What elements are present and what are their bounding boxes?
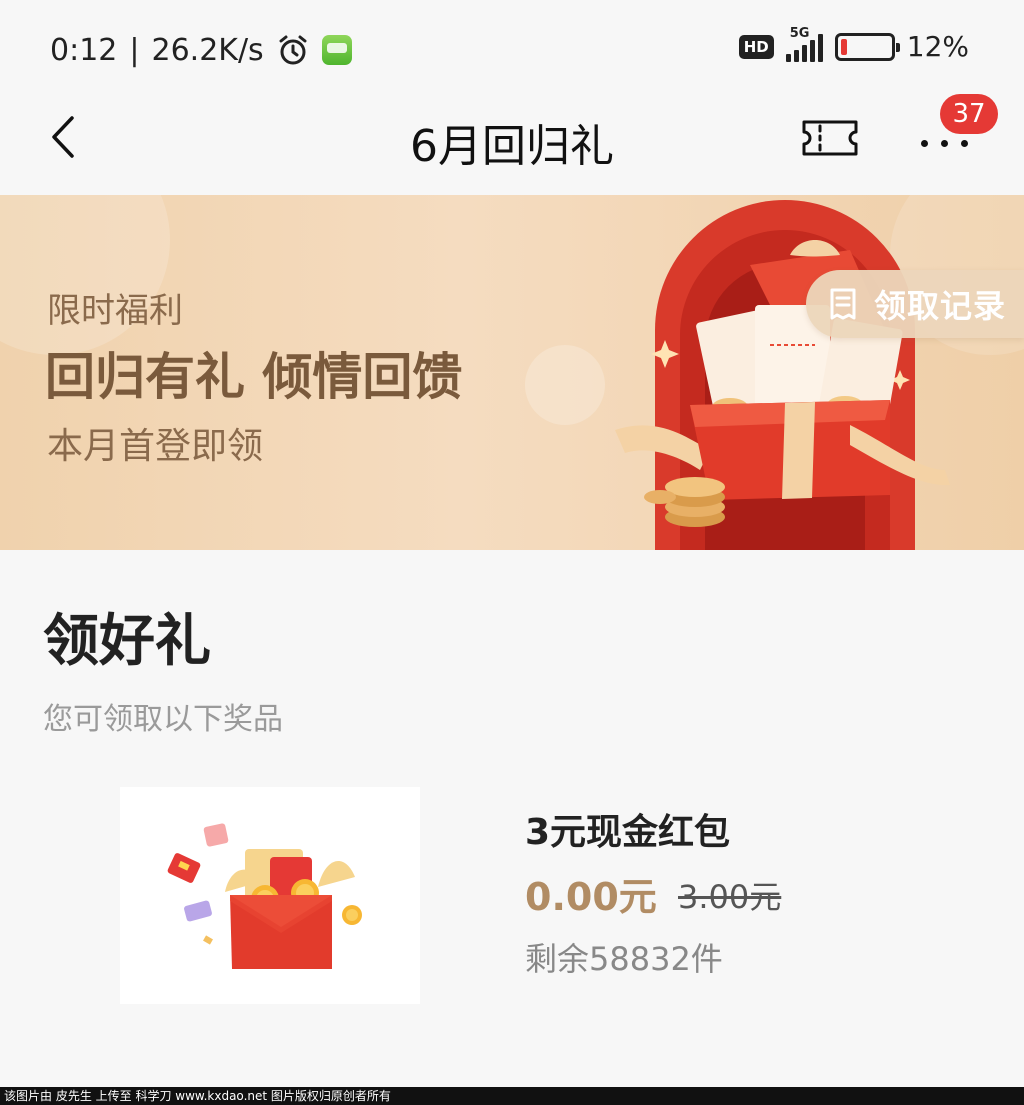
status-bar: 0:12 | 26.2K/s HD 5G 12% xyxy=(0,0,1024,100)
banner-headline: 回归有礼 倾情回馈 xyxy=(45,348,463,406)
prize-image[interactable] xyxy=(120,787,420,1004)
claim-record-label: 领取记录 xyxy=(873,287,1006,325)
prize-name: 3元现金红包 xyxy=(525,812,731,853)
clock-time: 0:12 xyxy=(50,32,118,68)
prize-original-price: 3.00元 xyxy=(678,878,782,916)
notification-badge: 37 xyxy=(940,94,998,134)
hd-badge: HD xyxy=(738,34,774,59)
nav-bar: 6月回归礼 37 xyxy=(0,94,1024,194)
receipt-icon xyxy=(830,288,856,320)
watermark: 该图片由 皮先生 上传至 科学刀 www.kxdao.net 图片版权归原创者所… xyxy=(0,1087,1024,1105)
status-left: 0:12 | 26.2K/s xyxy=(50,33,352,68)
page-title: 6月回归礼 xyxy=(410,121,614,172)
status-separator: | xyxy=(129,32,140,68)
prize-stock: 剩余58832件 xyxy=(525,940,723,978)
network-speed: 26.2K/s xyxy=(151,32,264,68)
signal-icon: 5G xyxy=(785,26,823,62)
section-subtitle: 您可领取以下奖品 xyxy=(43,702,283,737)
app-notification-icon xyxy=(321,35,352,65)
ticket-button[interactable] xyxy=(800,118,860,158)
ticket-icon xyxy=(802,120,858,156)
battery-level xyxy=(840,38,847,55)
alarm-clock-icon xyxy=(276,33,310,67)
red-envelope-illustration xyxy=(167,823,362,969)
banner-deco-dot xyxy=(525,345,605,425)
status-right: HD 5G 12% xyxy=(738,26,969,63)
section-title: 领好礼 xyxy=(43,609,211,674)
network-type: 5G xyxy=(789,25,810,41)
battery-icon xyxy=(834,32,900,61)
battery-percent: 12% xyxy=(906,30,969,63)
promo-banner: 限时福利 回归有礼 倾情回馈 本月首登即领 领取记录 xyxy=(0,195,1024,550)
prize-price: 0.00元 xyxy=(525,875,657,919)
gift-box-illustration xyxy=(615,200,950,550)
banner-tag: 限时福利 xyxy=(47,291,183,331)
claim-record-button[interactable]: 领取记录 xyxy=(805,270,1024,338)
banner-subtitle: 本月首登即领 xyxy=(47,426,264,467)
